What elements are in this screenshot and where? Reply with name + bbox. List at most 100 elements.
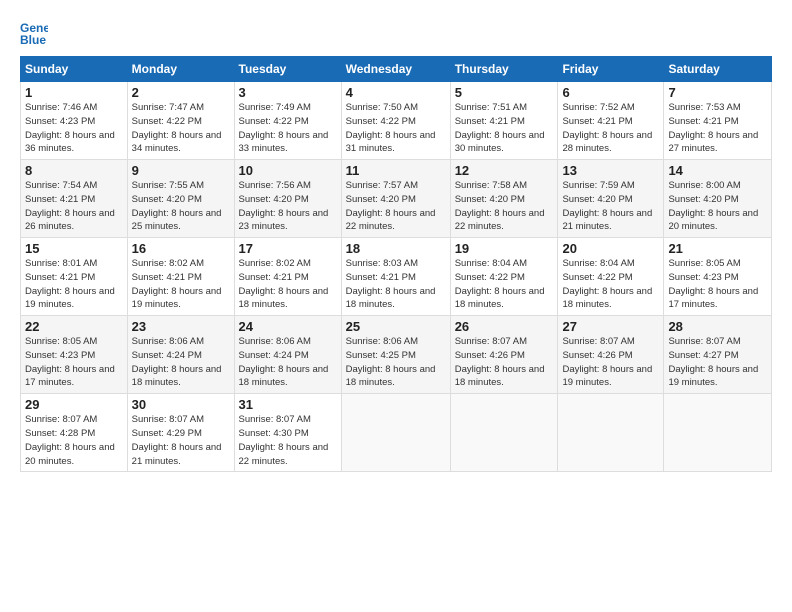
sunset-label: Sunset: 4:22 PM <box>239 116 309 127</box>
sunset-label: Sunset: 4:22 PM <box>455 272 525 283</box>
col-header-tuesday: Tuesday <box>234 57 341 82</box>
daylight-label: Daylight: 8 hours and 27 minutes. <box>668 130 758 155</box>
sunrise-label: Sunrise: 7:49 AM <box>239 102 311 113</box>
sunrise-label: Sunrise: 7:57 AM <box>346 180 418 191</box>
calendar-cell: 23 Sunrise: 8:06 AM Sunset: 4:24 PM Dayl… <box>127 316 234 394</box>
calendar-cell: 26 Sunrise: 8:07 AM Sunset: 4:26 PM Dayl… <box>450 316 558 394</box>
day-info: Sunrise: 8:04 AM Sunset: 4:22 PM Dayligh… <box>455 257 554 312</box>
logo: General Blue <box>20 18 54 46</box>
sunrise-label: Sunrise: 7:52 AM <box>562 102 634 113</box>
sunset-label: Sunset: 4:20 PM <box>132 194 202 205</box>
sunset-label: Sunset: 4:23 PM <box>25 350 95 361</box>
day-info: Sunrise: 8:05 AM Sunset: 4:23 PM Dayligh… <box>668 257 767 312</box>
sunset-label: Sunset: 4:28 PM <box>25 428 95 439</box>
day-number: 14 <box>668 163 767 178</box>
day-info: Sunrise: 8:02 AM Sunset: 4:21 PM Dayligh… <box>132 257 230 312</box>
daylight-label: Daylight: 8 hours and 18 minutes. <box>239 286 329 311</box>
day-info: Sunrise: 7:54 AM Sunset: 4:21 PM Dayligh… <box>25 179 123 234</box>
day-info: Sunrise: 8:03 AM Sunset: 4:21 PM Dayligh… <box>346 257 446 312</box>
week-row-2: 8 Sunrise: 7:54 AM Sunset: 4:21 PM Dayli… <box>21 160 772 238</box>
daylight-label: Daylight: 8 hours and 30 minutes. <box>455 130 545 155</box>
sunrise-label: Sunrise: 7:59 AM <box>562 180 634 191</box>
day-info: Sunrise: 7:52 AM Sunset: 4:21 PM Dayligh… <box>562 101 659 156</box>
calendar-cell: 19 Sunrise: 8:04 AM Sunset: 4:22 PM Dayl… <box>450 238 558 316</box>
calendar-cell <box>450 394 558 472</box>
day-info: Sunrise: 8:06 AM Sunset: 4:24 PM Dayligh… <box>132 335 230 390</box>
day-number: 13 <box>562 163 659 178</box>
calendar-cell: 13 Sunrise: 7:59 AM Sunset: 4:20 PM Dayl… <box>558 160 664 238</box>
sunset-label: Sunset: 4:26 PM <box>562 350 632 361</box>
sunset-label: Sunset: 4:20 PM <box>562 194 632 205</box>
daylight-label: Daylight: 8 hours and 22 minutes. <box>239 442 329 467</box>
day-info: Sunrise: 8:01 AM Sunset: 4:21 PM Dayligh… <box>25 257 123 312</box>
sunrise-label: Sunrise: 8:03 AM <box>346 258 418 269</box>
day-info: Sunrise: 8:07 AM Sunset: 4:28 PM Dayligh… <box>25 413 123 468</box>
day-info: Sunrise: 8:00 AM Sunset: 4:20 PM Dayligh… <box>668 179 767 234</box>
sunset-label: Sunset: 4:26 PM <box>455 350 525 361</box>
sunrise-label: Sunrise: 8:06 AM <box>132 336 204 347</box>
day-number: 6 <box>562 85 659 100</box>
day-number: 17 <box>239 241 337 256</box>
daylight-label: Daylight: 8 hours and 18 minutes. <box>562 286 652 311</box>
sunrise-label: Sunrise: 8:07 AM <box>562 336 634 347</box>
day-number: 7 <box>668 85 767 100</box>
day-number: 2 <box>132 85 230 100</box>
daylight-label: Daylight: 8 hours and 18 minutes. <box>455 364 545 389</box>
day-number: 10 <box>239 163 337 178</box>
sunrise-label: Sunrise: 8:07 AM <box>668 336 740 347</box>
calendar-cell: 10 Sunrise: 7:56 AM Sunset: 4:20 PM Dayl… <box>234 160 341 238</box>
col-header-thursday: Thursday <box>450 57 558 82</box>
day-info: Sunrise: 7:47 AM Sunset: 4:22 PM Dayligh… <box>132 101 230 156</box>
sunset-label: Sunset: 4:22 PM <box>346 116 416 127</box>
calendar-cell: 24 Sunrise: 8:06 AM Sunset: 4:24 PM Dayl… <box>234 316 341 394</box>
sunrise-label: Sunrise: 7:47 AM <box>132 102 204 113</box>
day-number: 1 <box>25 85 123 100</box>
col-header-saturday: Saturday <box>664 57 772 82</box>
daylight-label: Daylight: 8 hours and 19 minutes. <box>132 286 222 311</box>
daylight-label: Daylight: 8 hours and 18 minutes. <box>346 364 436 389</box>
day-number: 30 <box>132 397 230 412</box>
sunrise-label: Sunrise: 8:07 AM <box>132 414 204 425</box>
calendar-cell: 1 Sunrise: 7:46 AM Sunset: 4:23 PM Dayli… <box>21 82 128 160</box>
calendar-cell: 18 Sunrise: 8:03 AM Sunset: 4:21 PM Dayl… <box>341 238 450 316</box>
day-info: Sunrise: 8:07 AM Sunset: 4:26 PM Dayligh… <box>562 335 659 390</box>
day-info: Sunrise: 8:07 AM Sunset: 4:27 PM Dayligh… <box>668 335 767 390</box>
week-row-4: 22 Sunrise: 8:05 AM Sunset: 4:23 PM Dayl… <box>21 316 772 394</box>
sunset-label: Sunset: 4:21 PM <box>25 272 95 283</box>
calendar-cell <box>558 394 664 472</box>
calendar-cell: 27 Sunrise: 8:07 AM Sunset: 4:26 PM Dayl… <box>558 316 664 394</box>
day-number: 18 <box>346 241 446 256</box>
sunset-label: Sunset: 4:21 PM <box>562 116 632 127</box>
daylight-label: Daylight: 8 hours and 21 minutes. <box>132 442 222 467</box>
day-info: Sunrise: 8:07 AM Sunset: 4:30 PM Dayligh… <box>239 413 337 468</box>
day-number: 22 <box>25 319 123 334</box>
calendar-cell: 30 Sunrise: 8:07 AM Sunset: 4:29 PM Dayl… <box>127 394 234 472</box>
sunrise-label: Sunrise: 8:04 AM <box>562 258 634 269</box>
day-number: 16 <box>132 241 230 256</box>
sunset-label: Sunset: 4:23 PM <box>25 116 95 127</box>
sunrise-label: Sunrise: 8:06 AM <box>346 336 418 347</box>
day-info: Sunrise: 7:53 AM Sunset: 4:21 PM Dayligh… <box>668 101 767 156</box>
calendar-cell: 31 Sunrise: 8:07 AM Sunset: 4:30 PM Dayl… <box>234 394 341 472</box>
day-number: 31 <box>239 397 337 412</box>
sunrise-label: Sunrise: 8:05 AM <box>668 258 740 269</box>
daylight-label: Daylight: 8 hours and 17 minutes. <box>25 364 115 389</box>
sunrise-label: Sunrise: 8:07 AM <box>239 414 311 425</box>
day-number: 11 <box>346 163 446 178</box>
sunset-label: Sunset: 4:20 PM <box>668 194 738 205</box>
calendar-cell: 9 Sunrise: 7:55 AM Sunset: 4:20 PM Dayli… <box>127 160 234 238</box>
col-header-sunday: Sunday <box>21 57 128 82</box>
daylight-label: Daylight: 8 hours and 21 minutes. <box>562 208 652 233</box>
sunrise-label: Sunrise: 8:05 AM <box>25 336 97 347</box>
sunset-label: Sunset: 4:29 PM <box>132 428 202 439</box>
sunrise-label: Sunrise: 8:01 AM <box>25 258 97 269</box>
calendar-cell: 6 Sunrise: 7:52 AM Sunset: 4:21 PM Dayli… <box>558 82 664 160</box>
day-info: Sunrise: 7:49 AM Sunset: 4:22 PM Dayligh… <box>239 101 337 156</box>
day-info: Sunrise: 8:07 AM Sunset: 4:26 PM Dayligh… <box>455 335 554 390</box>
calendar-cell: 15 Sunrise: 8:01 AM Sunset: 4:21 PM Dayl… <box>21 238 128 316</box>
calendar-cell <box>664 394 772 472</box>
calendar-cell: 16 Sunrise: 8:02 AM Sunset: 4:21 PM Dayl… <box>127 238 234 316</box>
calendar-header-row: SundayMondayTuesdayWednesdayThursdayFrid… <box>21 57 772 82</box>
sunset-label: Sunset: 4:24 PM <box>132 350 202 361</box>
calendar-cell <box>341 394 450 472</box>
